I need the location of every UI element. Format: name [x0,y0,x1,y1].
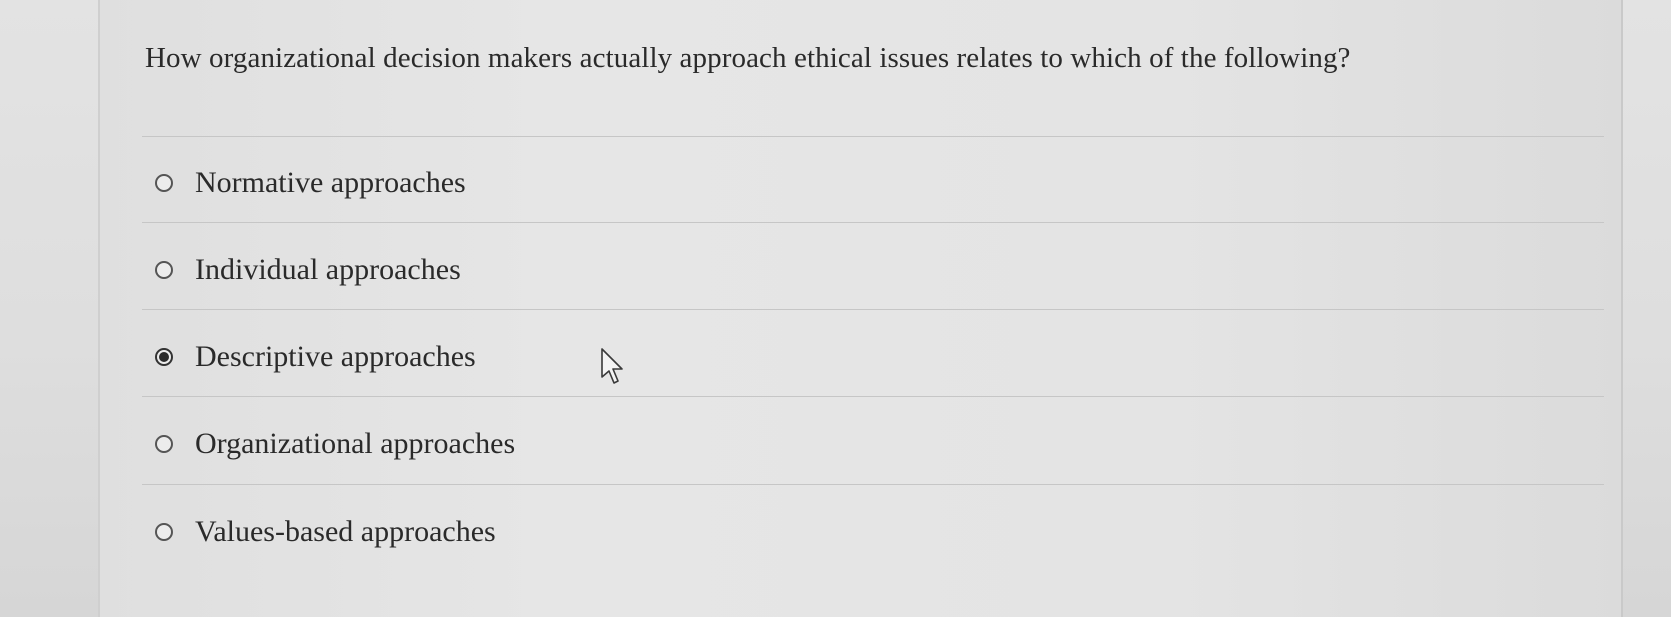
option-individual[interactable]: Individual approaches [155,250,461,290]
radio-button[interactable] [155,261,173,279]
option-descriptive[interactable]: Descriptive approaches [155,337,476,377]
mouse-pointer-icon [601,348,623,384]
option-normative[interactable]: Normative approaches [155,163,466,203]
option-organizational[interactable]: Organizational approaches [155,424,515,464]
divider [142,309,1604,310]
radio-button[interactable] [155,435,173,453]
divider [142,222,1604,223]
option-label: Organizational approaches [195,427,516,460]
radio-button[interactable] [155,523,173,541]
question-text: How organizational decision makers actua… [145,42,1351,74]
divider [142,136,1604,137]
option-label: Normative approaches [195,166,466,199]
option-values-based[interactable]: Values-based approaches [155,512,496,552]
screen: How organizational decision makers actua… [0,0,1671,617]
option-label: Values-based approaches [195,515,496,548]
radio-button[interactable] [155,174,173,192]
option-label: Descriptive approaches [195,340,476,373]
divider [142,484,1604,485]
option-label: Individual approaches [195,253,461,286]
radio-button-selected[interactable] [155,348,173,366]
divider [142,396,1604,397]
